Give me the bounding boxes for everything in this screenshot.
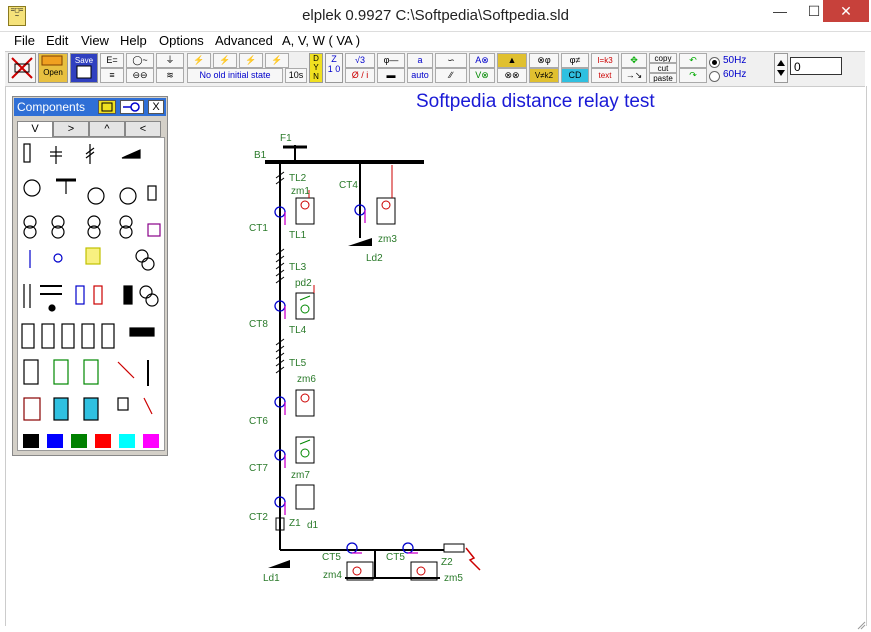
- label-ct6: CT6: [249, 416, 268, 427]
- label-ld1: Ld1: [263, 573, 280, 584]
- label-ct5-a: CT5: [322, 552, 341, 563]
- label-tl3: TL3: [289, 262, 307, 273]
- window-icon: [101, 102, 113, 112]
- label-ct2: CT2: [249, 512, 268, 523]
- label-d1: d1: [307, 520, 319, 531]
- label-tl1: TL1: [289, 230, 307, 241]
- label-ct1: CT1: [249, 223, 268, 234]
- components-panel: Components X V > ^ <: [12, 96, 168, 456]
- label-zm3: zm3: [378, 234, 397, 245]
- resize-grip-icon[interactable]: [856, 620, 866, 630]
- label-b1: B1: [254, 150, 267, 161]
- label-ct7: CT7: [249, 463, 268, 474]
- label-z2: Z2: [441, 557, 453, 568]
- label-zm1: zm1: [291, 186, 310, 197]
- component-icons: [21, 143, 161, 421]
- tab-left[interactable]: <: [125, 121, 161, 137]
- label-tl4: TL4: [289, 325, 307, 336]
- label-ld2: Ld2: [366, 253, 383, 264]
- label-zm4: zm4: [323, 570, 342, 581]
- panel-pin-button[interactable]: [120, 100, 144, 114]
- label-tl5: TL5: [289, 358, 307, 369]
- label-zm6: zm6: [297, 374, 316, 385]
- panel-header[interactable]: Components X: [14, 98, 166, 116]
- label-f1: F1: [280, 133, 292, 144]
- label-zm7: zm7: [291, 470, 310, 481]
- capacitor-icon: [147, 185, 157, 201]
- label-ct8: CT8: [249, 319, 268, 330]
- color-red[interactable]: [95, 434, 111, 448]
- tab-right[interactable]: >: [53, 121, 89, 137]
- component-palette: [17, 137, 165, 451]
- color-blue[interactable]: [47, 434, 63, 448]
- color-magenta[interactable]: [143, 434, 159, 448]
- label-ct5-b: CT5: [386, 552, 405, 563]
- fuse-icon: [23, 143, 31, 163]
- panel-title: Components: [17, 100, 86, 114]
- color-green[interactable]: [71, 434, 87, 448]
- label-z1: Z1: [289, 518, 301, 529]
- fault-impedance-z2: [443, 543, 465, 553]
- generator-icon: [23, 179, 41, 197]
- pin-icon: [123, 102, 140, 112]
- fault-icon: [465, 547, 481, 571]
- label-zm5: zm5: [444, 573, 463, 584]
- panel-float-button[interactable]: [98, 100, 116, 114]
- color-black[interactable]: [23, 434, 39, 448]
- color-cyan[interactable]: [119, 434, 135, 448]
- panel-close-button[interactable]: X: [148, 100, 164, 114]
- relay-symbols: [300, 200, 426, 576]
- tab-v[interactable]: V: [17, 121, 53, 137]
- label-ct4: CT4: [339, 180, 358, 191]
- label-tl2: TL2: [289, 173, 307, 184]
- tab-up[interactable]: ^: [89, 121, 125, 137]
- label-pd2: pd2: [295, 278, 312, 289]
